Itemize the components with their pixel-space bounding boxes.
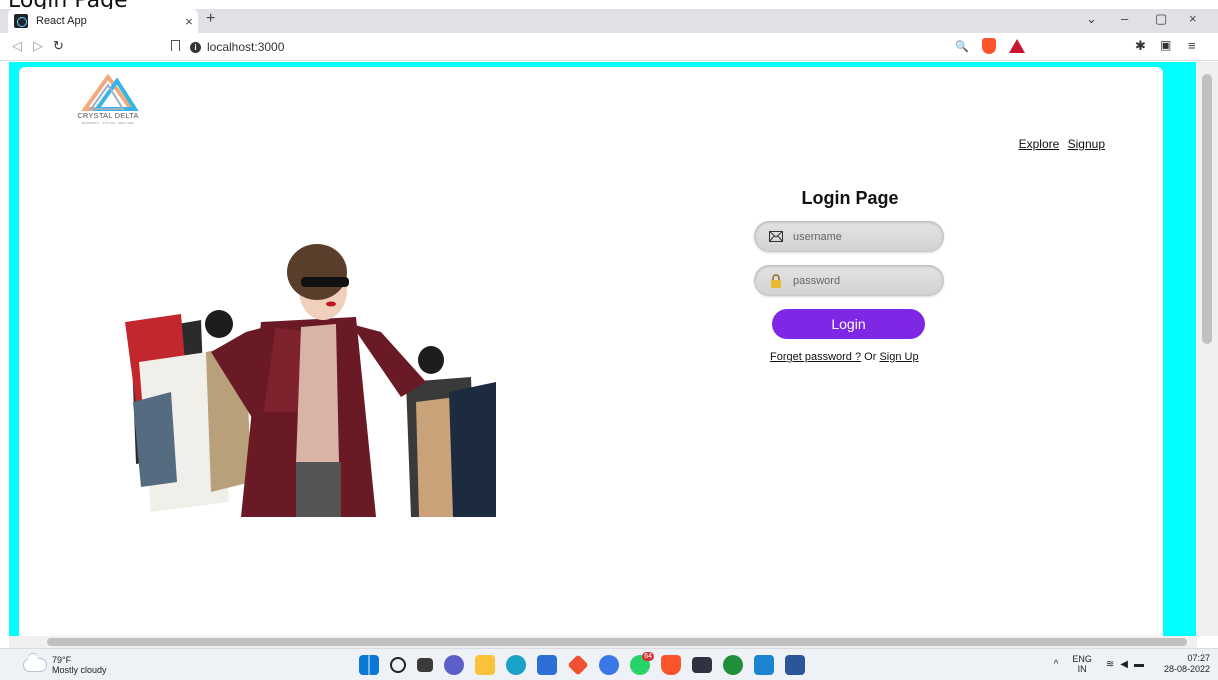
maximize-button[interactable]: ▢ (1155, 11, 1167, 27)
edge-icon[interactable] (506, 655, 526, 675)
lang-bottom: IN (1077, 664, 1087, 674)
page-card: CRYSTAL DELTA MODERNITY · STYLING · NEW … (19, 67, 1163, 642)
tab-strip: React App × + ⌄ – ▢ × (0, 9, 1218, 33)
tab-title: React App (36, 15, 87, 27)
logo-triangle-icon (81, 73, 139, 111)
teams-icon[interactable] (444, 655, 464, 675)
wallet-icon[interactable]: ▣ (1160, 38, 1171, 52)
login-button[interactable]: Login (772, 309, 925, 339)
bookmark-icon[interactable] (171, 40, 180, 51)
screen: Login Page React App × + ⌄ – ▢ × ◁ ▷ ↻ i… (0, 0, 1218, 680)
logo-wordmark: CRYSTAL DELTA (77, 111, 139, 120)
file-explorer-icon[interactable] (475, 655, 495, 675)
system-tray: ^ ENG IN ≋◀▬ 07:27 28-08-2022 (1054, 653, 1210, 675)
nav-signup-link[interactable]: Signup (1068, 137, 1105, 151)
cloud-icon (24, 654, 46, 671)
password-input[interactable] (793, 274, 923, 287)
weather-desc: Mostly cloudy (52, 665, 107, 675)
zoom-icon[interactable]: 🔍 (955, 40, 969, 53)
windows-taskbar: 79°F Mostly cloudy 64 ^ ENG IN ≋◀▬ 07:27… (0, 648, 1218, 680)
horizontal-scroll-thumb[interactable] (47, 638, 1187, 646)
forgot-row: Forget password ? Or Sign Up (770, 351, 954, 363)
envelope-icon (768, 230, 784, 244)
git-icon[interactable] (567, 654, 589, 676)
whatsapp-badge: 64 (642, 652, 654, 661)
lang-top: ENG (1072, 654, 1092, 664)
tab-close-button[interactable]: × (180, 14, 198, 29)
browser-toolbar: ◁ ▷ ↻ i localhost:3000 🔍 ✱ ▣ ≡ (0, 33, 1218, 61)
forward-icon[interactable]: ▷ (33, 38, 43, 54)
nav-explore-link[interactable]: Explore (1019, 137, 1060, 151)
back-icon[interactable]: ◁ (12, 38, 22, 54)
terminal-icon[interactable] (692, 657, 712, 673)
chrome-canary-icon[interactable] (599, 655, 619, 675)
brave-rewards-icon[interactable] (1009, 39, 1025, 53)
site-info-icon[interactable]: i (190, 41, 201, 53)
brave-shields-icon[interactable] (982, 38, 996, 54)
password-field[interactable] (754, 265, 944, 296)
reload-icon[interactable]: ↻ (53, 38, 64, 54)
close-window-button[interactable]: × (1189, 11, 1197, 26)
crystal-delta-logo[interactable]: CRYSTAL DELTA MODERNITY · STYLING · NEW … (77, 71, 139, 131)
vscode-icon[interactable] (754, 655, 774, 675)
login-title: Login Page (801, 188, 899, 208)
sign-up-link[interactable]: Sign Up (879, 351, 918, 363)
task-view-icon[interactable] (417, 658, 433, 672)
new-tab-button[interactable]: + (206, 10, 215, 28)
weather-widget[interactable]: 79°F Mostly cloudy (24, 654, 107, 675)
shopping-woman-photo (125, 244, 496, 517)
or-text: Or (861, 351, 880, 363)
node-icon[interactable] (723, 655, 743, 675)
browser-tab[interactable]: React App × (8, 9, 198, 33)
word-icon[interactable] (785, 655, 805, 675)
clock-date: 28-08-2022 (1163, 664, 1210, 674)
language-indicator[interactable]: ENG IN (1072, 654, 1092, 674)
store-icon[interactable] (537, 655, 557, 675)
minimize-button[interactable]: – (1121, 11, 1128, 26)
page-viewport: CRYSTAL DELTA MODERNITY · STYLING · NEW … (9, 62, 1196, 642)
start-icon[interactable] (359, 655, 379, 675)
username-input[interactable] (793, 230, 923, 243)
clock-time: 07:27 (1187, 653, 1210, 663)
react-favicon-icon (14, 14, 28, 28)
horizontal-scrollbar[interactable] (9, 636, 1197, 648)
vertical-scrollbar[interactable] (1197, 62, 1218, 636)
username-field[interactable] (754, 221, 944, 252)
whatsapp-icon[interactable]: 64 (630, 652, 654, 675)
url-text: localhost:3000 (207, 40, 285, 54)
logo-tagline: MODERNITY · STYLING · NEW YORK (81, 121, 135, 125)
top-nav: Explore Signup (1014, 137, 1105, 151)
search-icon[interactable] (390, 657, 406, 673)
brave-icon[interactable] (661, 655, 681, 675)
tab-search-button[interactable]: ⌄ (1086, 11, 1097, 27)
extensions-icon[interactable]: ✱ (1135, 38, 1146, 54)
vertical-scroll-thumb[interactable] (1202, 74, 1212, 344)
login-form: Login Page Login Forget password ? Or Si… (754, 188, 954, 363)
address-bar[interactable]: i localhost:3000 (190, 36, 1035, 58)
forgot-password-link[interactable]: Forget password ? (770, 351, 861, 363)
taskbar-apps: 64 (359, 652, 816, 676)
weather-temp: 79°F (52, 655, 72, 665)
lock-icon (768, 273, 784, 288)
wifi-volume-battery-icons[interactable]: ≋◀▬ (1106, 659, 1150, 670)
chevron-up-icon[interactable]: ^ (1054, 659, 1059, 670)
clock[interactable]: 07:27 28-08-2022 (1164, 653, 1210, 675)
menu-icon[interactable]: ≡ (1188, 38, 1196, 53)
